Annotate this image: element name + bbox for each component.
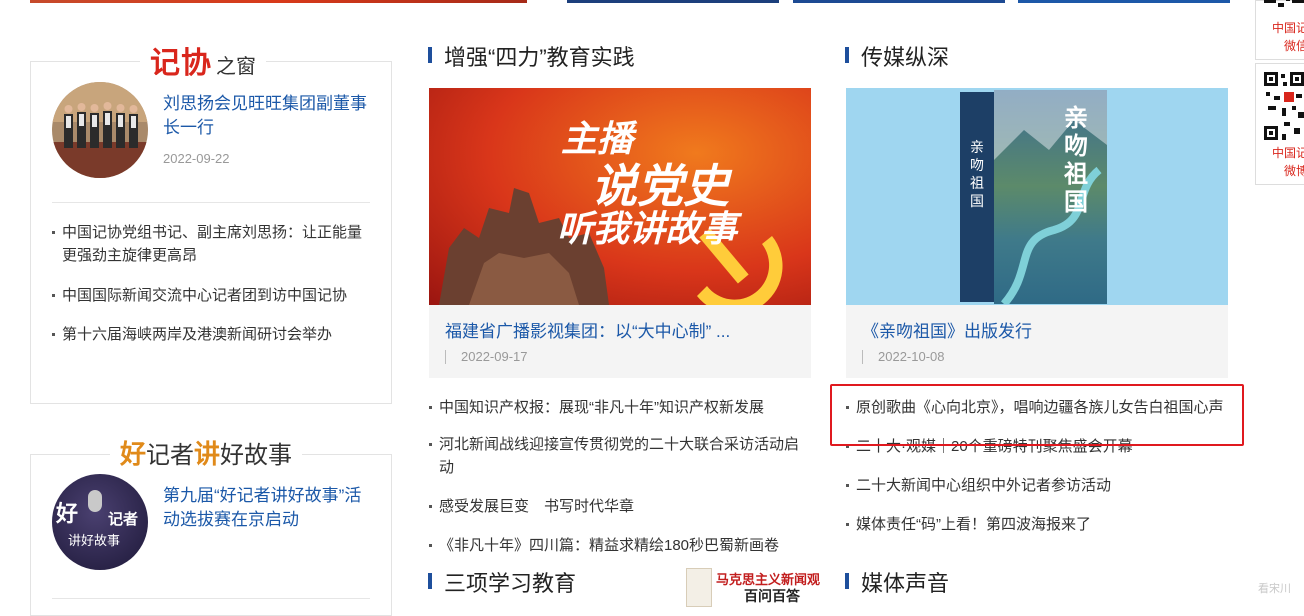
- list-item[interactable]: 感受发展巨变 书写时代华章: [429, 495, 809, 518]
- list-item[interactable]: 中国国际新闻交流中心记者团到访中国记协: [52, 284, 370, 307]
- middle-news-list: 中国知识产权报：展现“非凡十年”知识产权新发展 河北新闻战线迎接宣传贯彻党的二十…: [429, 396, 809, 557]
- right-feature-title[interactable]: 《亲吻祖国》出版发行: [862, 317, 1032, 342]
- qr1-caption-2: 微信: [1284, 39, 1304, 53]
- section-heading-four-powers[interactable]: 增强“四力”教育实践: [428, 40, 635, 72]
- qr-rail-weibo: 中国记 微博: [1255, 63, 1304, 185]
- qr-code-icon[interactable]: [1264, 72, 1304, 140]
- jixie-news-list: 中国记协党组书记、副主席刘思扬：让正能量更强劲主旋律更高昂 中国国际新闻交流中心…: [52, 221, 370, 346]
- good-reporter-title-c3: 讲: [194, 440, 221, 470]
- jixie-separator: [52, 202, 370, 203]
- list-item[interactable]: 媒体责任“码”上看！第四波海报来了: [846, 513, 1230, 536]
- jixie-title-small: 之窗: [216, 54, 256, 78]
- jixie-lead-date: 2022-09-22: [163, 151, 230, 166]
- middle-feature-image[interactable]: 主播 说党史 听我讲故事: [429, 88, 811, 305]
- top-banner-strip-2: [567, 0, 779, 3]
- section-heading-three-studies[interactable]: 三项学习教育: [428, 566, 576, 598]
- jixie-title-red: 记协: [150, 46, 212, 81]
- good-reporter-title-c4: 好故事: [220, 441, 293, 469]
- good-reporter-title: 好记者讲好故事: [110, 434, 303, 471]
- book-cover-thumb: [686, 568, 712, 607]
- good-reporter-separator: [52, 598, 370, 599]
- top-banner-strip-3: [793, 0, 1005, 3]
- section-heading-media-voice[interactable]: 媒体声音: [845, 566, 949, 598]
- good-reporter-title-c1: 好: [120, 440, 147, 470]
- book-spine-title: 亲吻祖国: [970, 139, 984, 209]
- qr2-caption-1: 中国记: [1272, 146, 1304, 160]
- list-item[interactable]: 《非凡十年》四川篇：精益求精绘180秒巴蜀新画卷: [429, 534, 809, 557]
- marxist-journalism-book-banner[interactable]: 马克思主义新闻观 百问百答: [686, 566, 820, 607]
- qr-code-icon[interactable]: [1264, 0, 1304, 9]
- avatar-text-3: 讲好故事: [68, 533, 121, 548]
- jixie-lead-photo[interactable]: [52, 82, 148, 178]
- qr1-caption-1: 中国记: [1272, 21, 1304, 35]
- book-banner-sub: 百问百答: [744, 589, 800, 605]
- avatar-text-1: 好: [56, 501, 79, 527]
- list-item[interactable]: 中国知识产权报：展现“非凡十年”知识产权新发展: [429, 396, 809, 419]
- right-feature-image[interactable]: 亲吻祖国 亲吻祖国: [846, 88, 1228, 305]
- right-feature-date: 2022-10-08: [862, 349, 945, 364]
- top-banner-strip-1: [30, 0, 527, 3]
- good-reporter-lead-title[interactable]: 第九届“好记者讲好故事”活动选拔赛在京启动: [163, 484, 368, 532]
- microphone-icon: [88, 490, 102, 512]
- middle-feature-title[interactable]: 福建省广播影视集团：以“大中心制” ...: [445, 317, 730, 342]
- middle-feature-date: 2022-09-17: [445, 349, 528, 364]
- section-heading-media-depth[interactable]: 传媒纵深: [845, 40, 949, 72]
- list-item[interactable]: 第十六届海峡两岸及港澳新闻研讨会举办: [52, 323, 370, 346]
- corner-watermark: 看宋川: [1258, 583, 1291, 595]
- book-cover-title: 亲吻祖国: [1064, 103, 1088, 216]
- list-item[interactable]: 中国记协党组书记、副主席刘思扬：让正能量更强劲主旋律更高昂: [52, 221, 370, 267]
- selection-highlight-box: [830, 384, 1244, 446]
- qr-rail-wechat: 中国记 微信: [1255, 0, 1304, 60]
- list-item[interactable]: 河北新闻战线迎接宣传贯彻党的二十大联合采访活动启动: [429, 433, 809, 479]
- good-reporter-lead-photo[interactable]: 好 记者 讲好故事: [52, 474, 148, 570]
- top-banner-strip-4: [1018, 0, 1230, 3]
- list-item[interactable]: 二十大新闻中心组织中外记者参访活动: [846, 474, 1230, 497]
- jixie-window-title: 记协 之窗: [140, 38, 266, 82]
- feature-img-line3: 听我讲故事: [557, 208, 738, 250]
- good-reporter-title-c2: 记者: [146, 441, 195, 469]
- qr2-caption-2: 微博: [1284, 164, 1304, 178]
- avatar-text-2: 记者: [108, 511, 139, 528]
- jixie-lead-title[interactable]: 刘思扬会见旺旺集团副董事长一行: [163, 92, 368, 140]
